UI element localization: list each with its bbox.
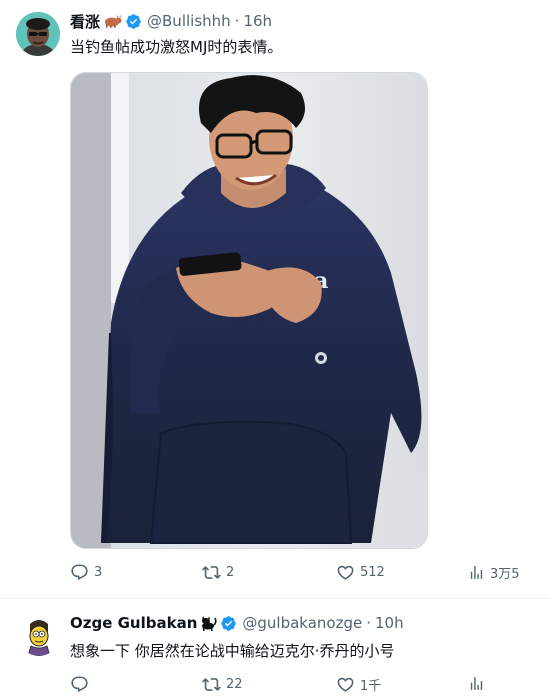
tweet-actions: 3 2 512 3万5 bbox=[70, 563, 530, 583]
views-chart-icon bbox=[470, 677, 483, 690]
avatar[interactable] bbox=[18, 614, 60, 656]
like-count: 512 bbox=[360, 565, 385, 580]
timestamp[interactable]: 16h bbox=[243, 12, 272, 30]
reply-button[interactable] bbox=[70, 675, 94, 694]
tweet-header: Ozge Gulbakan @gulbakanozge · 10h bbox=[70, 612, 404, 634]
author-name[interactable]: Ozge Gulbakan bbox=[70, 614, 197, 632]
views-button[interactable]: 3万5 bbox=[468, 563, 520, 582]
author-name[interactable]: 看涨 bbox=[70, 11, 100, 32]
retweet-button[interactable]: 2 bbox=[202, 563, 234, 582]
retweet-count: 2 bbox=[226, 565, 235, 580]
like-button[interactable]: 1千 bbox=[336, 675, 381, 694]
reply-icon bbox=[71, 676, 88, 693]
tweet[interactable]: 看涨 @Bullishhh · 16h 当钓鱼帖成功激怒MJ时的表情。 3 2 … bbox=[0, 0, 550, 598]
avatar[interactable] bbox=[16, 12, 60, 56]
author-handle[interactable]: @Bullishhh bbox=[147, 12, 231, 30]
reply-count: 3 bbox=[94, 565, 103, 580]
author-handle[interactable]: @gulbakanozge bbox=[242, 614, 362, 632]
tweet-header: 看涨 @Bullishhh · 16h bbox=[70, 10, 272, 32]
retweet-icon bbox=[202, 566, 221, 579]
views-count: 3万5 bbox=[490, 567, 520, 582]
verified-badge-icon bbox=[125, 13, 142, 30]
tweet-photo[interactable]: Dea bbox=[70, 72, 428, 549]
separator: · bbox=[234, 12, 240, 30]
like-button[interactable]: 512 bbox=[336, 563, 385, 582]
reply-icon bbox=[71, 564, 88, 581]
separator: · bbox=[366, 614, 372, 632]
retweet-icon bbox=[202, 678, 221, 691]
tweet-text: 当钓鱼帖成功激怒MJ时的表情。 bbox=[70, 38, 283, 56]
retweet-count: 22 bbox=[226, 677, 243, 692]
heart-icon bbox=[337, 677, 354, 692]
tweet-text: 想象一下 你居然在论战中输给迈克尔·乔丹的小号 bbox=[70, 642, 395, 660]
ox-emoji-icon bbox=[102, 14, 122, 28]
timestamp[interactable]: 10h bbox=[375, 614, 404, 632]
like-count: 1千 bbox=[360, 679, 382, 694]
reply-button[interactable]: 3 bbox=[70, 563, 102, 582]
black-cat-emoji-icon bbox=[199, 614, 217, 632]
views-button[interactable] bbox=[468, 675, 490, 692]
tweet-actions: 22 1千 bbox=[70, 675, 530, 695]
views-chart-icon bbox=[470, 566, 483, 579]
heart-icon bbox=[337, 565, 354, 580]
verified-badge-icon bbox=[220, 615, 237, 632]
retweet-button[interactable]: 22 bbox=[202, 675, 243, 694]
